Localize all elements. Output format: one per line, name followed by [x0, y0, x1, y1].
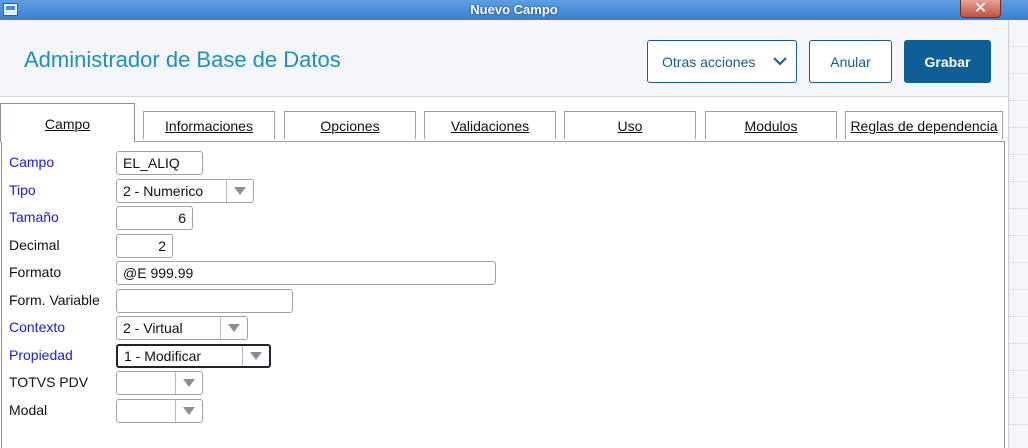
- form-variable-label: Form. Variable: [9, 292, 100, 308]
- window-title: Nuevo Campo: [470, 2, 558, 17]
- propiedad-select[interactable]: 1 - Modificar: [116, 344, 271, 368]
- campo-input[interactable]: EL_ALIQ: [116, 151, 203, 175]
- contexto-label: Contexto: [9, 319, 66, 335]
- tab-modulos[interactable]: Modulos: [705, 111, 837, 139]
- dropdown-arrow-icon[interactable]: [226, 180, 253, 202]
- modal-label: Modal: [9, 402, 48, 418]
- modal-select[interactable]: [116, 399, 203, 423]
- tab-bar: Campo Informaciones Opciones Validacione…: [0, 97, 1008, 142]
- formato-label: Formato: [9, 264, 62, 280]
- close-button[interactable]: ✕: [960, 0, 1001, 18]
- other-actions-button[interactable]: Otras acciones: [647, 40, 797, 83]
- page-header: Administrador de Base de Datos Otras acc…: [0, 20, 1008, 97]
- dropdown-arrow-icon[interactable]: [175, 372, 202, 394]
- tab-uso[interactable]: Uso: [564, 111, 696, 139]
- other-actions-label: Otras acciones: [662, 53, 756, 70]
- title-bar: Nuevo Campo ✕: [0, 0, 1028, 20]
- contexto-value: 2 - Virtual: [123, 320, 183, 336]
- tab-campo[interactable]: Campo: [0, 103, 135, 142]
- tipo-label: Tipo: [9, 182, 36, 198]
- save-button[interactable]: Grabar: [904, 40, 991, 83]
- chevron-down-icon: [773, 57, 787, 66]
- form-variable-input[interactable]: [116, 289, 293, 313]
- tab-opciones[interactable]: Opciones: [284, 111, 416, 139]
- dropdown-arrow-icon[interactable]: [242, 346, 269, 366]
- tab-validaciones[interactable]: Validaciones: [424, 111, 556, 139]
- decimal-input[interactable]: 2: [116, 234, 173, 258]
- tipo-select[interactable]: 2 - Numerico: [116, 179, 254, 203]
- tipo-value: 2 - Numerico: [123, 183, 204, 199]
- background-window-strip: [1008, 20, 1028, 448]
- campo-label: Campo: [9, 154, 55, 170]
- tamano-input[interactable]: 6: [116, 206, 193, 230]
- totvs-pdv-select[interactable]: [116, 371, 203, 395]
- decimal-label: Decimal: [9, 237, 60, 253]
- propiedad-value: 1 - Modificar: [124, 348, 202, 364]
- propiedad-label: Propiedad: [9, 347, 73, 363]
- contexto-select[interactable]: 2 - Virtual: [116, 316, 248, 340]
- tamano-label: Tamaño: [9, 209, 59, 225]
- tab-reglas-de-dependencia[interactable]: Reglas de dependencia: [845, 111, 1003, 139]
- tab-informaciones[interactable]: Informaciones: [143, 111, 275, 139]
- dropdown-arrow-icon[interactable]: [220, 317, 247, 339]
- dropdown-arrow-icon[interactable]: [175, 400, 202, 422]
- campo-form-panel: Campo EL_ALIQ Tipo 2 - Numerico Tamaño 6…: [1, 142, 1005, 448]
- cancel-button[interactable]: Anular: [809, 40, 892, 83]
- formato-input[interactable]: @E 999.99: [116, 261, 496, 285]
- totvs-pdv-label: TOTVS PDV: [9, 374, 89, 390]
- page-title: Administrador de Base de Datos: [24, 47, 341, 72]
